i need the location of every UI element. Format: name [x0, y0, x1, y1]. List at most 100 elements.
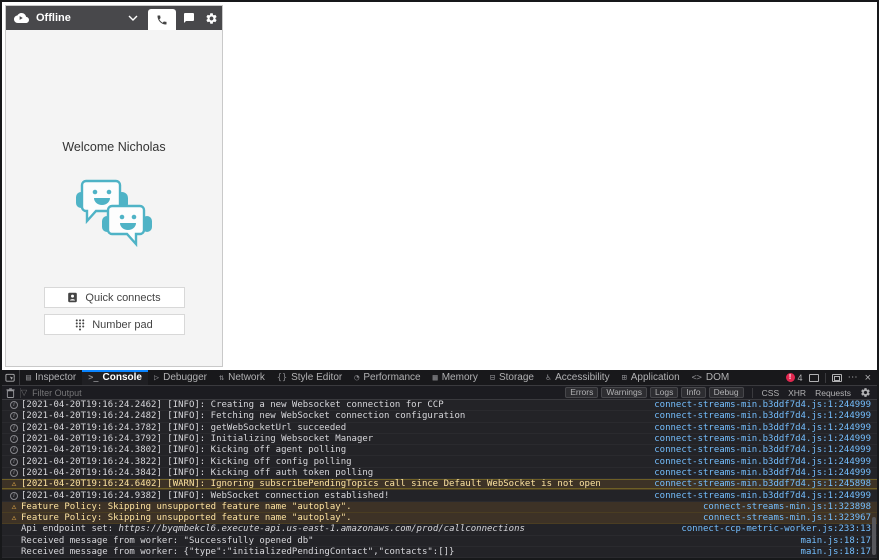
devtools-tab-dom[interactable]: <> DOM: [686, 370, 736, 385]
info-icon: i: [10, 491, 18, 500]
tab-label: Network: [228, 372, 265, 383]
source-link[interactable]: main.js:18:17: [801, 536, 871, 546]
dom-tab-icon: <>: [691, 372, 702, 383]
responsive-mode-icon[interactable]: [808, 373, 819, 382]
devtools-tab-accessibility[interactable]: ♿ Accessibility: [540, 370, 616, 385]
info-icon: i: [7, 401, 21, 410]
number-pad-button[interactable]: Number pad: [43, 314, 185, 335]
devtools-close-button[interactable]: ×: [865, 372, 871, 384]
chevron-down-icon: [128, 15, 138, 21]
info-icon: i: [7, 423, 21, 432]
devtools-tab-style-editor[interactable]: {} Style Editor: [271, 370, 348, 385]
filter-button-errors[interactable]: Errors: [565, 387, 599, 398]
filter-button-warnings[interactable]: Warnings: [601, 387, 647, 398]
console-row: ⚠ [2021-04-20T19:16:24.6402] [WARN]: Igno…: [2, 479, 877, 491]
console-row: ⚠ Feature Policy: Skipping unsupported fe…: [2, 512, 877, 525]
warning-icon: ⚠: [11, 501, 17, 511]
devtools-tab-debugger[interactable]: ▷ Debugger: [148, 370, 213, 385]
info-icon: i: [10, 446, 18, 455]
tab-label: Style Editor: [291, 372, 343, 383]
welcome-message: Welcome Nicholas: [62, 140, 166, 154]
console-message: [2021-04-20T19:16:24.3792] [INFO]: Initi…: [21, 434, 374, 445]
source-link[interactable]: connect-streams-min.js:1:323967: [703, 513, 871, 523]
console-row: Received message from worker: "Successfu…: [2, 536, 877, 547]
devtools-toolbar-right: ! 4 ⋯ ×: [785, 370, 877, 385]
console-row: ⚠ Feature Policy: Skipping unsupported fe…: [2, 501, 877, 513]
console-message: [2021-04-20T19:16:24.6402] [WARN]: Ignor…: [21, 479, 601, 490]
source-link[interactable]: main.js:18:17: [801, 547, 871, 557]
devtools-panel: ▤ Inspector >_ Console ▷ Debugger ⇅ Network{} St…: [2, 370, 877, 558]
tab-label: Performance: [363, 372, 421, 383]
agent-status-dropdown[interactable]: Offline: [14, 12, 148, 24]
info-icon: i: [10, 468, 18, 477]
source-link[interactable]: connect-streams-min.b3ddf7d4.js:1:244999: [654, 423, 871, 433]
console-settings-gear-icon[interactable]: [860, 387, 871, 398]
tab-label: Storage: [498, 372, 534, 383]
console-message: [2021-04-20T19:16:24.3822] [INFO]: Kicki…: [21, 456, 352, 467]
quick-connects-button[interactable]: Quick connects: [43, 287, 185, 308]
error-count-icon[interactable]: !: [785, 373, 795, 382]
info-icon: i: [10, 412, 18, 421]
console-row: i [2021-04-20T19:16:24.3802] [INFO]: Kick…: [2, 445, 877, 457]
filter-button-logs[interactable]: Logs: [649, 387, 679, 398]
source-link[interactable]: connect-streams-min.b3ddf7d4.js:1:244999: [654, 434, 871, 444]
source-link[interactable]: connect-streams-min.b3ddf7d4.js:1:244999: [654, 491, 871, 501]
info-icon: i: [7, 491, 21, 500]
filter-button-css[interactable]: CSS: [762, 388, 779, 398]
warning-icon: ⚠: [11, 513, 17, 523]
filter-button-info[interactable]: Info: [681, 387, 706, 398]
storage-tab-icon: ⊟: [489, 372, 495, 383]
console-message: [2021-04-20T19:16:24.3802] [INFO]: Kicki…: [21, 445, 347, 456]
clear-console-icon[interactable]: [6, 387, 15, 398]
filter-button-requests[interactable]: Requests: [815, 388, 851, 398]
dialpad-icon: [75, 318, 85, 331]
devtools-tab-console[interactable]: >_ Console: [82, 370, 148, 385]
ccp-header: Offline: [6, 6, 222, 30]
console-row: i [2021-04-20T19:16:24.2462] [INFO]: Crea…: [2, 400, 877, 412]
filter-input-wrap: ▽: [21, 387, 562, 398]
ccp-settings-tab[interactable]: [200, 6, 222, 30]
devtools-tab-storage[interactable]: ⊟ Storage: [484, 370, 540, 385]
console-message: Api endpoint set: https://byqmbekcl6.exe…: [21, 524, 525, 535]
console-row: Api endpoint set: https://byqmbekcl6.exe…: [2, 524, 877, 536]
source-link[interactable]: connect-streams-min.b3ddf7d4.js:1:244999: [654, 468, 871, 478]
console-row: i [2021-04-20T19:16:24.3842] [INFO]: Kick…: [2, 468, 877, 480]
memory-tab-icon: ▦: [432, 372, 438, 383]
filter-button-xhr[interactable]: XHR: [788, 388, 806, 398]
devtools-menu-button[interactable]: ⋯: [848, 372, 859, 383]
console-message: [2021-04-20T19:16:24.2482] [INFO]: Fetch…: [21, 411, 466, 422]
chat-tab[interactable]: [178, 6, 200, 30]
separate-window-icon[interactable]: [831, 373, 842, 382]
softphone-tab[interactable]: [148, 9, 176, 30]
element-picker-button[interactable]: [2, 370, 20, 385]
filter-button-debug[interactable]: Debug: [708, 387, 744, 398]
info-icon: i: [10, 423, 18, 432]
devtools-tab-inspector[interactable]: ▤ Inspector: [20, 370, 82, 385]
source-link[interactable]: connect-streams-min.b3ddf7d4.js:1:245898: [654, 479, 871, 489]
source-link[interactable]: connect-streams-min.b3ddf7d4.js:1:244999: [654, 400, 871, 410]
console-message-url[interactable]: https://byqmbekcl6.execute-api.us-east-1…: [119, 524, 525, 534]
source-link[interactable]: connect-ccp-metric-worker.js:233:13: [681, 524, 871, 534]
source-link[interactable]: connect-streams-min.b3ddf7d4.js:1:244999: [654, 411, 871, 421]
devtools-tab-application[interactable]: ⊞ Application: [616, 370, 686, 385]
browser-window: Offline Welcome Nicholas Quick connects …: [0, 0, 879, 560]
console-scrollbar[interactable]: [872, 517, 876, 555]
application-tab-icon: ⊞: [621, 372, 627, 383]
devtools-tab-network[interactable]: ⇅ Network: [213, 370, 271, 385]
source-link[interactable]: connect-streams-min.js:1:323898: [703, 502, 871, 512]
console-message: [2021-04-20T19:16:24.9382] [INFO]: WebSo…: [21, 490, 390, 501]
log-level-filters: Errors Warnings Logs Info Debug: [562, 387, 744, 398]
phone-icon: [157, 15, 167, 24]
devtools-tab-performance[interactable]: ◔ Performance: [348, 370, 426, 385]
tab-label: Application: [630, 372, 680, 383]
inspector-tab-icon: ▤: [26, 372, 32, 383]
console-row: i [2021-04-20T19:16:24.3822] [INFO]: Kick…: [2, 456, 877, 468]
devtools-tab-memory[interactable]: ▦ Memory: [427, 370, 484, 385]
info-icon: i: [10, 435, 18, 444]
chat-bubble-icon: [184, 13, 194, 23]
ccp-body: Welcome Nicholas Quick connects Number p…: [6, 140, 222, 335]
console-filter-input[interactable]: [32, 387, 253, 398]
info-icon: i: [7, 468, 21, 477]
source-link[interactable]: connect-streams-min.b3ddf7d4.js:1:244999: [654, 457, 871, 467]
source-link[interactable]: connect-streams-min.b3ddf7d4.js:1:244999: [654, 445, 871, 455]
